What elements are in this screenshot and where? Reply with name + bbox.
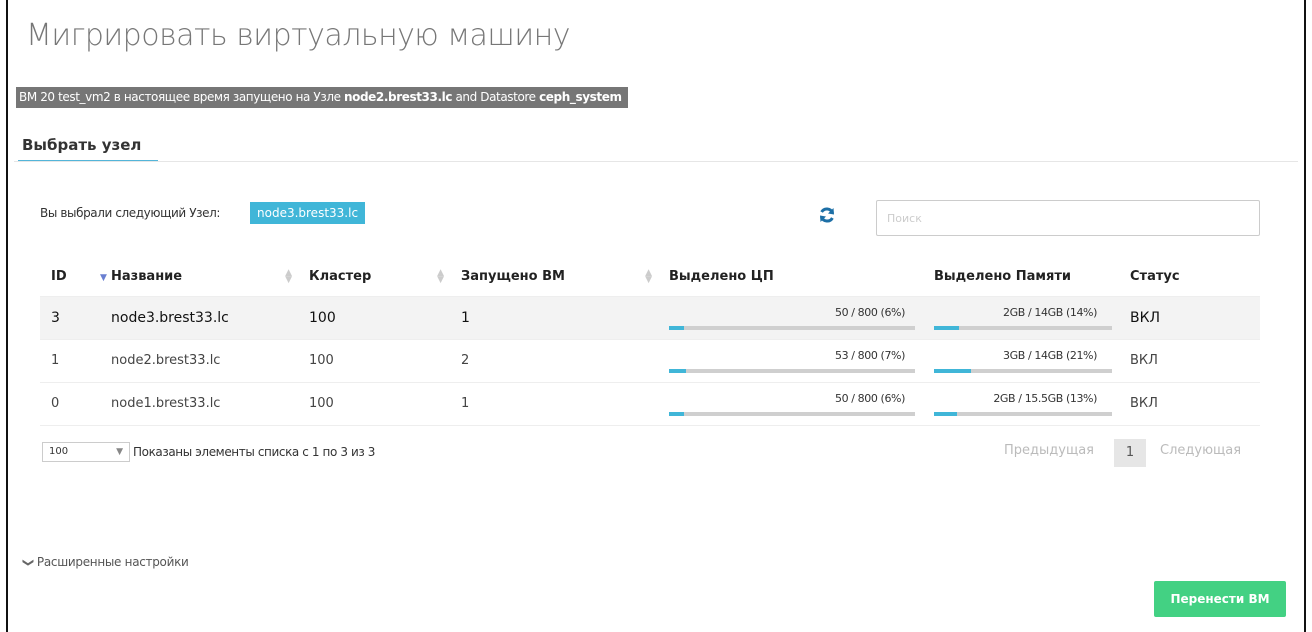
chevron-down-icon: ❯ <box>21 558 35 567</box>
memory-bar <box>934 325 1112 330</box>
cell-cpu: 53 / 800 (7%) <box>658 338 923 382</box>
col-cpu-label: Выделено ЦП <box>669 269 774 285</box>
cell-id: 3 <box>40 295 100 339</box>
page-length-value: 100 <box>49 446 69 457</box>
banner-prefix: ВМ 20 test_vm2 в настоящее время запущен… <box>19 90 344 104</box>
search-input[interactable] <box>876 200 1260 236</box>
cell-status: ВКЛ <box>1119 381 1260 426</box>
refresh-icon[interactable] <box>818 206 836 224</box>
memory-bar-fill <box>934 325 959 330</box>
advanced-options-label: Расширенные настройки <box>36 555 189 569</box>
table-header-row: ID ▼ Название ▲ ▼ Кластер ▲ ▼ Запущено ВМ ▲ ▼ В… <box>40 258 1260 296</box>
col-name-label: Название <box>111 269 183 285</box>
cpu-bar <box>669 325 915 330</box>
cell-name: node3.brest33.lc <box>100 295 298 339</box>
col-status[interactable]: Статус <box>1119 258 1260 296</box>
hosts-table: ID ▼ Название ▲ ▼ Кластер ▲ ▼ Запущено ВМ ▲ ▼ В… <box>40 258 1260 426</box>
cpu-bar <box>669 368 915 373</box>
cell-status: ВКЛ <box>1119 338 1260 382</box>
col-id[interactable]: ID ▼ <box>40 258 107 296</box>
memory-bar-fill <box>934 368 972 373</box>
col-running-vms[interactable]: Запущено ВМ ▲ ▼ <box>450 258 658 296</box>
dialog-title: Мигрировать виртуальную машину <box>26 18 570 53</box>
memory-bar <box>934 368 1112 373</box>
page-length-select[interactable]: 100 ▼ <box>42 442 130 462</box>
cpu-bar-fill <box>669 411 684 416</box>
col-cpu[interactable]: Выделено ЦП <box>658 258 923 296</box>
cell-running: 1 <box>450 381 658 426</box>
tab-divider <box>14 161 1298 162</box>
cell-running: 1 <box>450 295 658 339</box>
sort-icon: ▲ ▼ <box>437 268 444 285</box>
selected-host-badge: node3.brest33.lc <box>250 202 366 224</box>
cpu-label: 53 / 800 (7%) <box>834 348 905 362</box>
tab-select-host[interactable]: Выбрать узел <box>18 136 158 162</box>
banner-host: node2.brest33.lc <box>344 90 453 104</box>
col-memory[interactable]: Выделено Памяти <box>923 258 1119 296</box>
sort-icon: ▲ ▼ <box>285 268 292 285</box>
cpu-bar <box>669 411 915 416</box>
migrate-button[interactable]: Перенести ВМ <box>1154 581 1286 617</box>
col-status-label: Статус <box>1130 269 1180 285</box>
pagination-page-1[interactable]: 1 <box>1114 439 1146 467</box>
col-memory-label: Выделено Памяти <box>934 269 1072 285</box>
table-row[interactable]: 1 node2.brest33.lc 100 2 53 / 800 (7%) 3… <box>40 338 1260 382</box>
pagination-next[interactable]: Следующая <box>1160 443 1241 458</box>
cpu-bar-fill <box>669 325 684 330</box>
col-name[interactable]: Название ▲ ▼ <box>100 258 298 296</box>
cell-cluster: 100 <box>298 295 450 339</box>
memory-label: 2GB / 15.5GB (13%) <box>993 391 1097 405</box>
cell-running: 2 <box>450 338 658 382</box>
current-location-banner: ВМ 20 test_vm2 в настоящее время запущен… <box>16 87 628 108</box>
cell-cpu: 50 / 800 (6%) <box>658 381 923 426</box>
cell-name: node2.brest33.lc <box>100 338 298 382</box>
cell-memory: 3GB / 14GB (21%) <box>923 338 1119 382</box>
advanced-options-toggle[interactable]: ❯ Расширенные настройки <box>21 555 189 569</box>
table-row[interactable]: 0 node1.brest33.lc 100 1 50 / 800 (6%) 2… <box>40 381 1260 426</box>
cell-cluster: 100 <box>298 381 450 426</box>
cell-id: 0 <box>40 381 100 426</box>
cpu-label: 50 / 800 (6%) <box>834 391 905 405</box>
cell-cpu: 50 / 800 (6%) <box>658 295 923 339</box>
cell-id: 1 <box>40 338 100 382</box>
memory-bar <box>934 411 1112 416</box>
cell-memory: 2GB / 15.5GB (13%) <box>923 381 1119 426</box>
memory-label: 2GB / 14GB (14%) <box>1003 305 1097 319</box>
col-running-label: Запущено ВМ <box>461 269 565 285</box>
selected-host-label: Вы выбрали следующий Узел: <box>40 206 220 220</box>
banner-datastore: ceph_system <box>539 90 622 104</box>
cpu-label: 50 / 800 (6%) <box>834 305 905 319</box>
table-row[interactable]: 3 node3.brest33.lc 100 1 50 / 800 (6%) 2… <box>40 295 1260 339</box>
cell-memory: 2GB / 14GB (14%) <box>923 295 1119 339</box>
pagination-prev[interactable]: Предыдущая <box>1004 443 1094 458</box>
cell-status: ВКЛ <box>1119 295 1260 339</box>
memory-bar-fill <box>934 411 958 416</box>
table-info: Показаны элементы списка с 1 по 3 из 3 <box>133 445 376 459</box>
col-cluster-label: Кластер <box>309 269 372 285</box>
sort-icon: ▲ ▼ <box>645 268 652 285</box>
memory-label: 3GB / 14GB (21%) <box>1003 348 1097 362</box>
banner-middle: and Datastore <box>452 90 540 104</box>
col-id-label: ID <box>51 269 67 285</box>
cpu-bar-fill <box>669 368 687 373</box>
cell-cluster: 100 <box>298 338 450 382</box>
cell-name: node1.brest33.lc <box>100 381 298 426</box>
chevron-down-icon: ▼ <box>116 447 123 457</box>
col-cluster[interactable]: Кластер ▲ ▼ <box>298 258 450 296</box>
